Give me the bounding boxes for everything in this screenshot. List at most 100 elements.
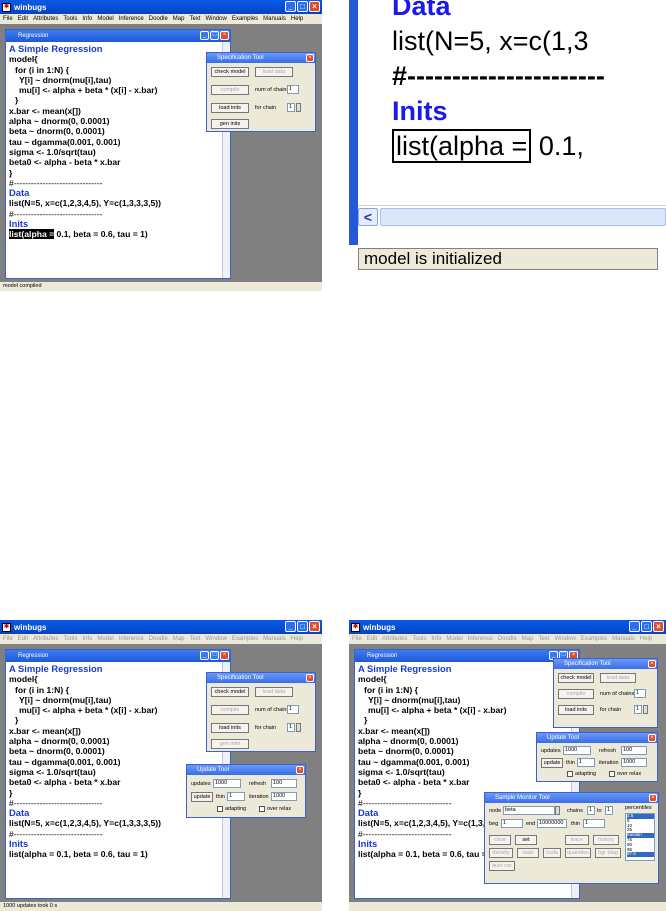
selected-text[interactable]: list(alpha =: [9, 229, 55, 240]
end-field[interactable]: 10000000: [537, 819, 567, 828]
update-button[interactable]: update: [191, 792, 213, 802]
thin-field[interactable]: 1: [577, 758, 595, 767]
doc-close-button[interactable]: ×: [220, 651, 229, 660]
adapting-checkbox[interactable]: [567, 771, 573, 777]
menu-tools[interactable]: Tools: [412, 636, 426, 642]
maximize-button[interactable]: □: [641, 621, 652, 632]
chains-to-field[interactable]: 1: [605, 806, 613, 815]
menu-inference[interactable]: Inference: [119, 636, 144, 642]
thin-field[interactable]: 1: [583, 819, 605, 828]
load-inits-button[interactable]: load inits: [558, 705, 594, 715]
doc-minimize-button[interactable]: _: [200, 651, 209, 660]
compile-button[interactable]: compile: [211, 85, 249, 95]
menu-map[interactable]: Map: [173, 636, 185, 642]
menu-info[interactable]: Info: [82, 636, 92, 642]
updates-field[interactable]: 1000: [213, 779, 241, 788]
update-tool-close-button[interactable]: ×: [648, 734, 656, 742]
maximize-button[interactable]: □: [297, 1, 308, 12]
refresh-field[interactable]: 100: [271, 779, 297, 788]
menu-doodle[interactable]: Doodle: [498, 636, 517, 642]
menu-examples[interactable]: Examples: [581, 636, 607, 642]
menu-text[interactable]: Text: [189, 16, 200, 22]
zoom-selected-text[interactable]: list(alpha =: [392, 129, 532, 163]
num-chains-field[interactable]: 1: [634, 689, 646, 698]
node-field[interactable]: beta: [503, 806, 555, 815]
update-button[interactable]: update: [541, 758, 563, 768]
doc-maximize-button[interactable]: □: [210, 651, 219, 660]
model-code-editor[interactable]: A Simple Regression model{ for (i in 1:N…: [6, 42, 230, 242]
chains-from-field[interactable]: 1: [587, 806, 595, 815]
for-chain-spinner[interactable]: [296, 103, 301, 112]
spec-tool-close-button[interactable]: ×: [306, 54, 314, 62]
check-model-button[interactable]: check model: [558, 673, 594, 683]
menu-model[interactable]: Model: [446, 636, 462, 642]
check-model-button[interactable]: check model: [211, 687, 249, 697]
menu-inference[interactable]: Inference: [119, 16, 144, 22]
menu-map[interactable]: Map: [522, 636, 534, 642]
stats-button[interactable]: stats: [517, 848, 539, 858]
spec-tool-close-button[interactable]: ×: [306, 674, 314, 682]
menu-model[interactable]: Model: [97, 636, 113, 642]
auto-cor-button[interactable]: auto cor: [489, 861, 515, 871]
beg-field[interactable]: 1: [501, 819, 523, 828]
menu-attributes[interactable]: Attributes: [33, 16, 58, 22]
menu-edit[interactable]: Edit: [18, 636, 28, 642]
node-dropdown-icon[interactable]: [555, 806, 560, 815]
percentiles-list[interactable]: 2.5 5 10 25 median 75 90 95 97.5: [625, 813, 655, 861]
menu-info[interactable]: Info: [431, 636, 441, 642]
updates-field[interactable]: 1000: [563, 746, 591, 755]
over-relax-checkbox[interactable]: [259, 806, 265, 812]
minimize-button[interactable]: _: [285, 1, 296, 12]
menu-window[interactable]: Window: [554, 636, 575, 642]
num-chains-field[interactable]: 1: [287, 85, 299, 94]
menu-attributes[interactable]: Attributes: [33, 636, 58, 642]
for-chain-spinner[interactable]: [643, 705, 648, 714]
menu-tools[interactable]: Tools: [63, 16, 77, 22]
doc-minimize-button[interactable]: _: [200, 31, 209, 40]
model-code-editor[interactable]: A Simple Regression model{ for (i in 1:N…: [6, 662, 230, 862]
menu-manuals[interactable]: Manuals: [612, 636, 635, 642]
history-button[interactable]: history: [593, 835, 619, 845]
for-chain-field[interactable]: 1: [287, 103, 295, 112]
check-model-button[interactable]: check model: [211, 67, 249, 77]
coda-button[interactable]: coda: [543, 848, 561, 858]
load-data-button[interactable]: load data: [255, 67, 293, 77]
scroll-left-arrow-icon[interactable]: <: [358, 208, 378, 226]
over-relax-checkbox[interactable]: [609, 771, 615, 777]
horizontal-scrollbar[interactable]: <: [358, 205, 666, 227]
num-chains-field[interactable]: 1: [287, 705, 299, 714]
menu-tools[interactable]: Tools: [63, 636, 77, 642]
thin-field[interactable]: 1: [227, 792, 245, 801]
menu-window[interactable]: Window: [205, 16, 226, 22]
menu-help[interactable]: Help: [291, 16, 303, 22]
set-button[interactable]: set: [515, 835, 537, 845]
menu-edit[interactable]: Edit: [18, 16, 28, 22]
menu-examples[interactable]: Examples: [232, 16, 258, 22]
doc-close-button[interactable]: ×: [220, 31, 229, 40]
menu-edit[interactable]: Edit: [367, 636, 377, 642]
bgr-diag-button[interactable]: bgr diag: [595, 848, 621, 858]
for-chain-field[interactable]: 1: [634, 705, 642, 714]
clear-button[interactable]: clear: [489, 835, 511, 845]
maximize-button[interactable]: □: [297, 621, 308, 632]
percentile-item[interactable]: 97.5: [627, 852, 654, 858]
density-button[interactable]: density: [489, 848, 513, 858]
trace-button[interactable]: trace: [565, 835, 589, 845]
menu-window[interactable]: Window: [205, 636, 226, 642]
spec-tool-close-button[interactable]: ×: [648, 660, 656, 668]
compile-button[interactable]: compile: [558, 689, 594, 699]
menu-attributes[interactable]: Attributes: [382, 636, 407, 642]
compile-button[interactable]: compile: [211, 705, 249, 715]
monitor-tool-close-button[interactable]: ×: [649, 794, 657, 802]
menu-manuals[interactable]: Manuals: [263, 636, 286, 642]
menu-manuals[interactable]: Manuals: [263, 16, 286, 22]
menu-text[interactable]: Text: [189, 636, 200, 642]
menu-info[interactable]: Info: [82, 16, 92, 22]
update-tool-close-button[interactable]: ×: [296, 766, 304, 774]
menu-doodle[interactable]: Doodle: [149, 636, 168, 642]
refresh-field[interactable]: 100: [621, 746, 647, 755]
load-inits-button[interactable]: load inits: [211, 103, 249, 113]
menu-inference[interactable]: Inference: [468, 636, 493, 642]
close-button[interactable]: ×: [653, 621, 664, 632]
adapting-checkbox[interactable]: [217, 806, 223, 812]
